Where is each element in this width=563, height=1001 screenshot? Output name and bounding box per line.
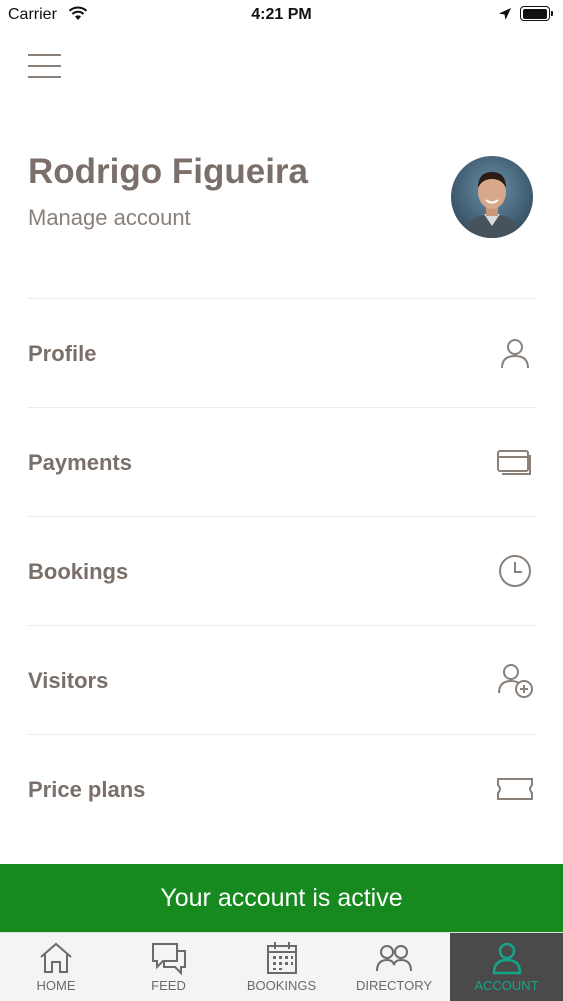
menu-item-payments[interactable]: Payments — [28, 407, 537, 516]
ticket-icon — [497, 778, 533, 800]
tab-feed[interactable]: FEED — [112, 933, 225, 1001]
menu-item-visitors[interactable]: Visitors — [28, 625, 537, 734]
battery-icon — [520, 6, 553, 21]
status-time: 4:21 PM — [251, 6, 312, 23]
status-bar: Carrier 4:21 PM — [0, 0, 563, 30]
manage-account-link[interactable]: Manage account — [28, 205, 191, 231]
bottom-tab-bar: HOME FEED BOOKINGS DIRECTORY ACCOUNT — [0, 932, 563, 1001]
chat-icon — [151, 943, 186, 975]
account-menu-list: Profile Payments Bookings Visitors Price… — [28, 298, 537, 843]
tab-home[interactable]: HOME — [0, 933, 112, 1001]
tab-label: ACCOUNT — [474, 978, 539, 993]
menu-item-bookings[interactable]: Bookings — [28, 516, 537, 625]
tab-bookings[interactable]: BOOKINGS — [225, 933, 338, 1001]
menu-item-label: Bookings — [28, 559, 129, 584]
tab-label: BOOKINGS — [246, 978, 317, 993]
cards-icon — [497, 450, 531, 475]
menu-item-label: Price plans — [28, 777, 146, 802]
menu-item-label: Visitors — [28, 668, 109, 693]
menu-item-price-plans[interactable]: Price plans — [28, 734, 537, 843]
calendar-icon — [266, 942, 297, 974]
avatar-photo — [451, 156, 533, 238]
menu-item-label: Profile — [28, 341, 97, 366]
menu-item-label: Payments — [28, 450, 132, 475]
tab-label: FEED — [151, 978, 186, 993]
hamburger-menu-button[interactable] — [28, 54, 61, 82]
home-icon — [40, 942, 72, 973]
location-arrow-icon — [499, 8, 511, 20]
tab-account[interactable]: ACCOUNT — [450, 933, 563, 1001]
people-icon — [376, 945, 412, 972]
menu-item-profile[interactable]: Profile — [28, 298, 537, 407]
person-icon — [492, 942, 521, 975]
person-icon — [501, 339, 529, 369]
tab-directory[interactable]: DIRECTORY — [338, 933, 450, 1001]
account-status-banner: Your account is active — [0, 864, 563, 932]
tab-label: HOME — [36, 978, 76, 993]
clock-icon — [499, 555, 531, 587]
avatar[interactable] — [451, 156, 533, 238]
tab-label: DIRECTORY — [355, 978, 433, 993]
user-name: Rodrigo Figueira — [28, 152, 308, 191]
account-status-text: Your account is active — [160, 884, 403, 912]
add-person-icon — [498, 664, 533, 698]
